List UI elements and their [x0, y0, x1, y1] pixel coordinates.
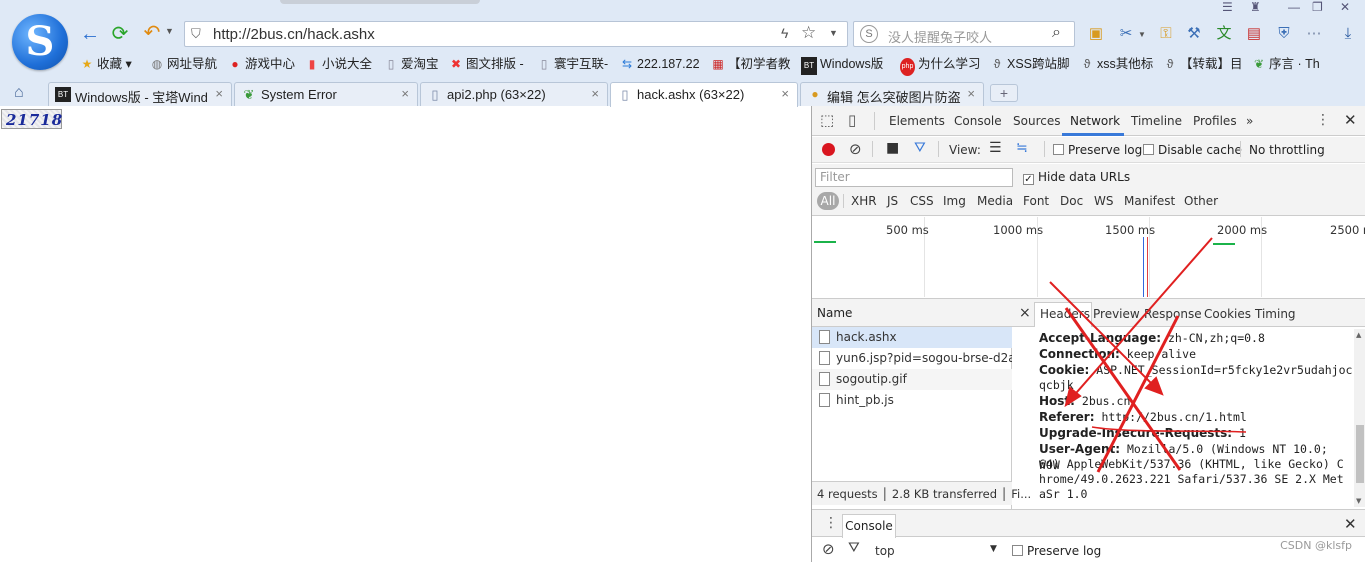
annotation-underline	[1091, 426, 1247, 433]
annotation-overlay	[1049, 237, 1247, 473]
annotation-arrow-line	[1069, 237, 1213, 401]
annotation-arrow-line	[1049, 281, 1159, 391]
annotation-cross-stroke	[1064, 307, 1182, 471]
